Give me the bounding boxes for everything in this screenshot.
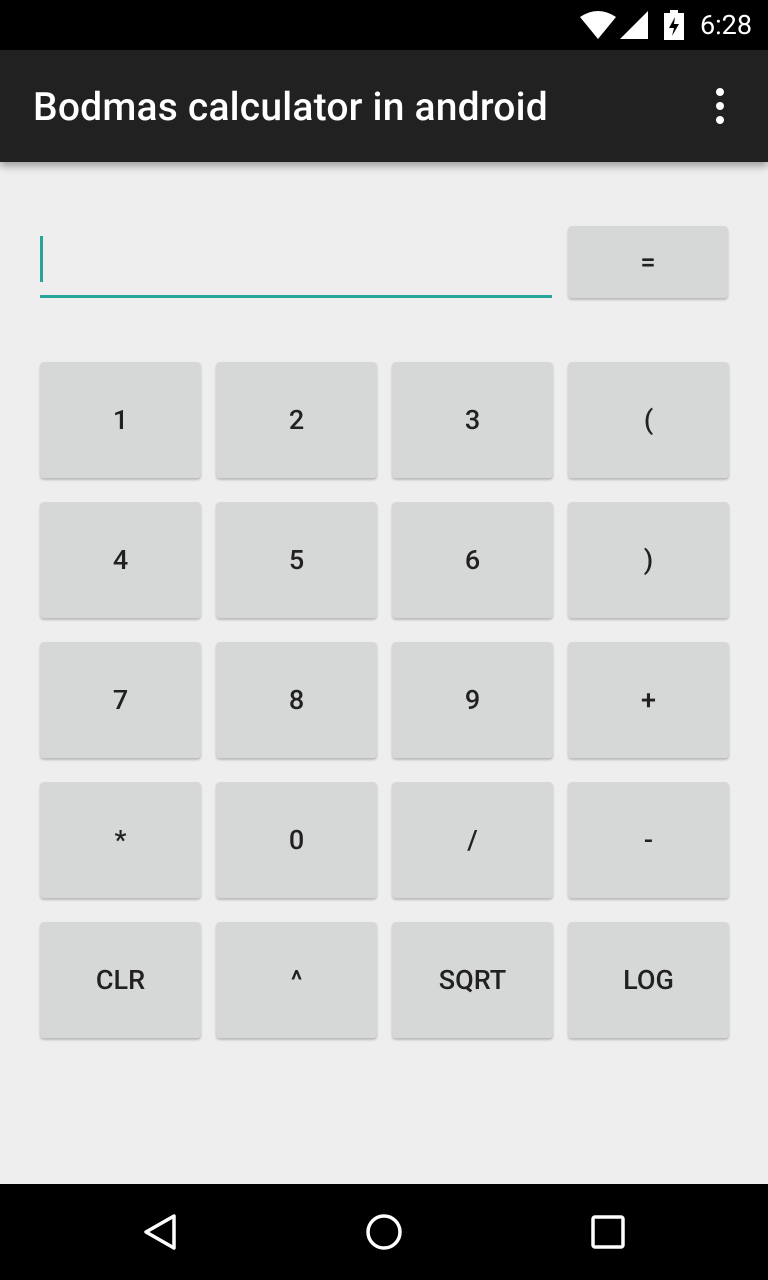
key-power[interactable]: ^ xyxy=(216,922,377,1038)
key-4[interactable]: 4 xyxy=(40,502,201,618)
cell-signal-icon xyxy=(620,11,648,39)
key-6[interactable]: 6 xyxy=(392,502,553,618)
key-clear[interactable]: CLR xyxy=(40,922,201,1038)
key-5[interactable]: 5 xyxy=(216,502,377,618)
wifi-icon xyxy=(580,11,616,39)
status-time: 6:28 xyxy=(699,9,752,41)
key-0[interactable]: 0 xyxy=(216,782,377,898)
key-9[interactable]: 9 xyxy=(392,642,553,758)
key-open-paren[interactable]: ( xyxy=(568,362,729,478)
key-sqrt[interactable]: SQRT xyxy=(392,922,553,1038)
home-icon[interactable] xyxy=(364,1212,404,1252)
navigation-bar xyxy=(0,1184,768,1280)
expression-input[interactable] xyxy=(40,228,552,298)
key-minus[interactable]: - xyxy=(568,782,729,898)
key-plus[interactable]: + xyxy=(568,642,729,758)
overflow-dot xyxy=(716,102,724,110)
overflow-dot xyxy=(716,116,724,124)
back-icon[interactable] xyxy=(140,1212,180,1252)
app-bar: Bodmas calculator in android xyxy=(0,50,768,162)
key-close-paren[interactable]: ) xyxy=(568,502,729,618)
key-2[interactable]: 2 xyxy=(216,362,377,478)
key-3[interactable]: 3 xyxy=(392,362,553,478)
equals-button[interactable]: = xyxy=(568,226,728,298)
overflow-dot xyxy=(716,88,724,96)
text-cursor xyxy=(40,236,43,282)
recents-icon[interactable] xyxy=(588,1212,628,1252)
app-title: Bodmas calculator in android xyxy=(33,84,548,130)
key-multiply[interactable]: * xyxy=(40,782,201,898)
battery-charging-icon xyxy=(664,10,684,40)
more-vert-icon[interactable] xyxy=(700,80,740,132)
status-bar: 6:28 xyxy=(0,0,768,50)
key-1[interactable]: 1 xyxy=(40,362,201,478)
key-7[interactable]: 7 xyxy=(40,642,201,758)
key-log[interactable]: LOG xyxy=(568,922,729,1038)
key-8[interactable]: 8 xyxy=(216,642,377,758)
key-divide[interactable]: / xyxy=(392,782,553,898)
